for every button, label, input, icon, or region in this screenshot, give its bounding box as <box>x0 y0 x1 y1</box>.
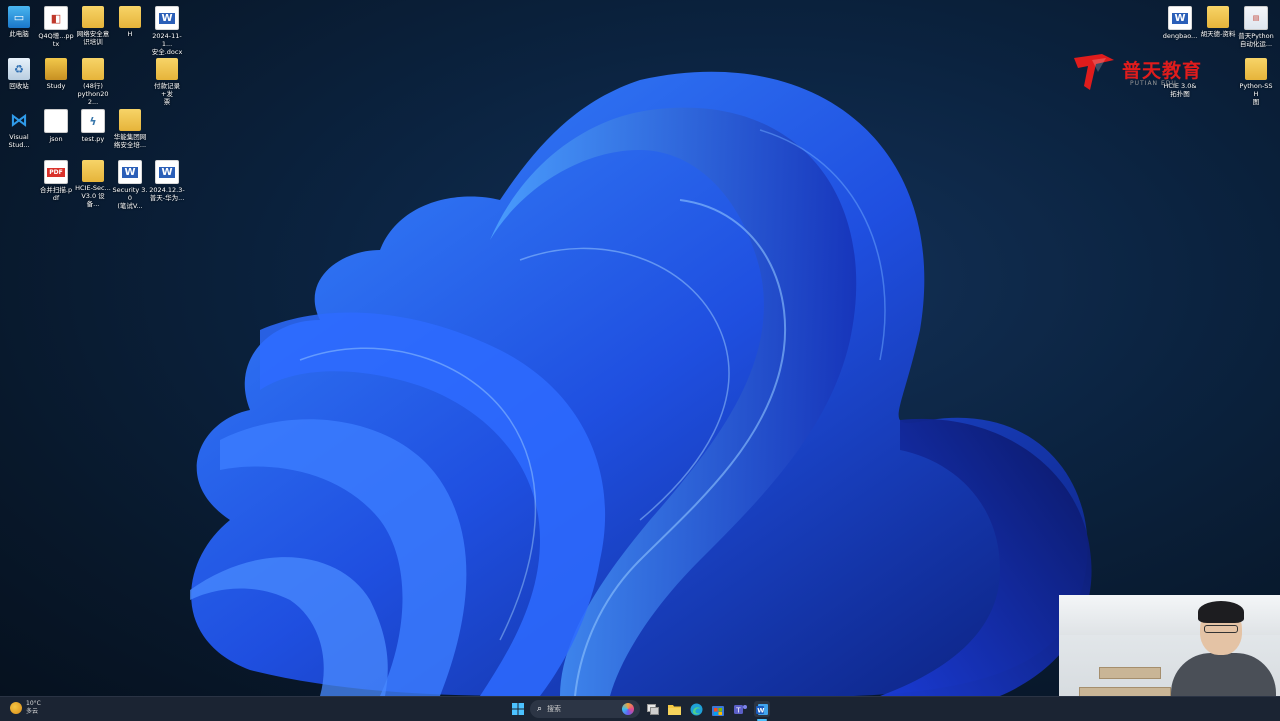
weather-widget[interactable]: 10°C 多云 <box>10 700 41 716</box>
desktop-icon-folder-security-training[interactable]: 网络安全意 识培训 <box>75 6 111 46</box>
desktop-icon-label: 2024.12.3- 普天-华为... <box>149 186 185 202</box>
folder-icon <box>45 58 67 80</box>
folder-icon <box>82 160 104 182</box>
desktop-icon-label: 网络安全意 识培训 <box>76 30 110 46</box>
svg-text:W: W <box>757 706 764 714</box>
desktop-icon-label: 普天Python 自动化运... <box>1238 32 1274 48</box>
store-icon[interactable] <box>710 701 726 717</box>
folder-icon <box>82 58 104 80</box>
weather-text: 10°C 多云 <box>26 700 41 716</box>
desktop-icon-folder-hcie[interactable]: HCIE-Sec... V3.0 设备... <box>75 160 111 208</box>
desktop-icon-this-pc[interactable]: ▭ 此电脑 <box>1 6 37 38</box>
pptx-icon: ◧ <box>44 6 68 30</box>
desktop-icon-folder-hutiande[interactable]: 胡天德-资料 <box>1200 6 1236 38</box>
desktop-icon-label: Study <box>46 82 66 90</box>
logo-subtext: PUTIAN EDU <box>1130 80 1177 87</box>
task-view-icon[interactable] <box>645 701 661 717</box>
word-icon: W <box>118 160 142 184</box>
svg-text:T: T <box>735 706 741 714</box>
bloom-wallpaper-art <box>190 71 1092 696</box>
folder-icon <box>82 6 104 28</box>
vscode-icon: ⋈ <box>10 109 28 131</box>
webcam-person-glasses <box>1204 625 1238 633</box>
folder-icon <box>156 58 178 80</box>
desktop-icon-label: H <box>127 30 133 38</box>
desktop-icon-label: test.py <box>81 135 105 143</box>
webcam-person-hair <box>1198 601 1244 623</box>
computer-icon: ▭ <box>8 6 30 28</box>
desktop-icon-label: 华能集团网 络安全培... <box>113 133 147 149</box>
desktop-icon-json[interactable]: json <box>38 109 74 143</box>
word-taskbar-icon[interactable]: W <box>754 701 770 717</box>
weather-cloudy-icon <box>10 702 22 714</box>
desktop-icon-docx-2024-12[interactable]: W 2024.12.3- 普天-华为... <box>149 160 185 202</box>
desktop-icon-python-ssh[interactable]: Python-SSH 图 <box>1238 58 1274 106</box>
desktop-icon-docx-2024-11[interactable]: W 2024-11-1... 安全.docx <box>149 6 185 56</box>
recycle-bin-icon: ♻ <box>8 58 30 80</box>
windows-start-icon[interactable] <box>510 701 526 717</box>
folder-icon <box>119 6 141 28</box>
search-box[interactable]: ⌕ 搜索 <box>530 700 640 718</box>
desktop-icon-vscode[interactable]: ⋈ Visual Stud... <box>1 109 37 150</box>
desktop-icon-label: 此电脑 <box>9 30 29 38</box>
logo-mark-icon <box>1074 54 1114 90</box>
word-icon: W <box>155 160 179 184</box>
folder-icon <box>1207 6 1229 28</box>
taskbar: 10°C 多云 ⌕ 搜索 T W <box>0 696 1280 721</box>
desktop-icon-folder-study[interactable]: Study <box>38 58 74 90</box>
webcam-room-ceiling <box>1059 595 1280 635</box>
desktop-icon-label: Q4Q增...pptx <box>38 32 74 48</box>
desktop-wallpaper <box>0 0 1280 696</box>
desktop-icon-label: json <box>49 135 63 143</box>
word-icon: W <box>1168 6 1192 30</box>
image-icon: ▤ <box>1244 6 1268 30</box>
desktop-icon-putian-python[interactable]: ▤ 普天Python 自动化运... <box>1238 6 1274 48</box>
desktop-icon-folder-h[interactable]: H <box>112 6 148 38</box>
desktop-icon-folder-python[interactable]: (48行) python202... <box>75 58 111 106</box>
desktop-icon-label: 胡天德-资料 <box>1200 30 1236 38</box>
desktop-icon-pdf-scan[interactable]: PDF 合并扫描.pdf <box>38 160 74 202</box>
search-placeholder: 搜索 <box>547 705 562 713</box>
desktop-icon-dengbao[interactable]: W dengbao... <box>1162 6 1198 40</box>
desktop-icon-label: Python-SSH 图 <box>1239 82 1273 106</box>
desktop-icon-recycle-bin[interactable]: ♻ 回收站 <box>1 58 37 90</box>
desktop-icon-label: 付款记录+发 票 <box>154 82 180 106</box>
desktop-icon-label: Security 3.0 (笔试V... <box>112 186 148 210</box>
teams-icon[interactable]: T <box>732 701 748 717</box>
folder-icon <box>1245 58 1267 80</box>
pdf-icon: PDF <box>44 160 68 184</box>
desktop-icon-label: (48行) python202... <box>77 82 109 106</box>
file-explorer-icon[interactable] <box>666 701 682 717</box>
desktop-icon-test-py[interactable]: ϟ test.py <box>75 109 111 143</box>
logo-text: 普天教育 <box>1122 60 1203 82</box>
webcam-room-desk <box>1099 667 1161 679</box>
folder-icon <box>119 109 141 131</box>
weather-temp: 10°C <box>26 700 41 707</box>
python-icon: ϟ <box>81 109 105 133</box>
desktop-icon-folder-huaneng[interactable]: 华能集团网 络安全培... <box>112 109 148 149</box>
word-icon: W <box>155 6 179 30</box>
edge-icon[interactable] <box>688 701 704 717</box>
desktop-icon-label: 2024-11-1... 安全.docx <box>151 32 183 56</box>
desktop-icon-pptx[interactable]: ◧ Q4Q增...pptx <box>38 6 74 48</box>
desktop-icon-folder-payment[interactable]: 付款记录+发 票 <box>149 58 185 106</box>
desktop-icon-label: 合并扫描.pdf <box>39 186 73 202</box>
desktop-icon-label: dengbao... <box>1162 32 1198 40</box>
brand-logo-watermark: 普天教育 PUTIAN EDU <box>1072 50 1202 92</box>
desktop-icon-label: Visual Stud... <box>8 133 30 149</box>
search-icon: ⌕ <box>537 704 543 714</box>
file-icon <box>44 109 68 133</box>
desktop-icon-label: HCIE-Sec... V3.0 设备... <box>75 184 111 208</box>
desktop-icon-label: 回收站 <box>9 82 29 90</box>
weather-desc: 多云 <box>26 708 39 715</box>
search-highlight-icon <box>622 703 634 715</box>
desktop-icon-docx-security[interactable]: W Security 3.0 (笔试V... <box>112 160 148 210</box>
